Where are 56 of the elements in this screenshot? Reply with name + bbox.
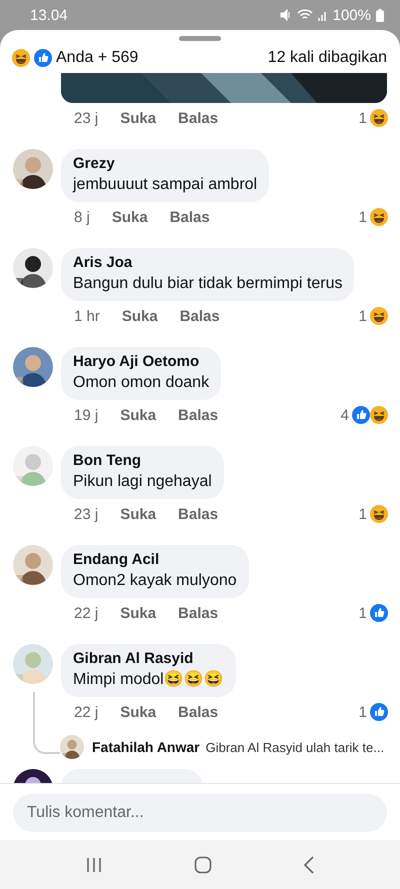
comment-time: 23 j [74, 110, 98, 126]
battery-percent: 100% [332, 6, 371, 24]
commenter-name[interactable]: Haryo Aji Oetomo [73, 352, 210, 372]
mute-icon [280, 9, 292, 21]
reaction-count: 1 [358, 506, 367, 522]
comment-text: jembuuuut sampai ambrol [73, 175, 258, 195]
reply-button[interactable]: Balas [178, 704, 218, 720]
reaction-count: 1 [358, 208, 367, 226]
commenter-name[interactable]: Aris Joa [73, 253, 342, 273]
reply-button[interactable]: Balas [180, 308, 220, 324]
reaction-count: 1 [358, 704, 367, 720]
comment-time: 19 j [74, 406, 98, 424]
like-button[interactable]: Suka [122, 308, 158, 324]
like-button[interactable]: Suka [120, 604, 156, 622]
reaction-count: 1 [358, 308, 367, 324]
reaction-count: 1 [358, 604, 367, 622]
commenter-name[interactable]: Grezy [73, 154, 258, 174]
commenter-name[interactable]: Bon Teng [73, 451, 212, 471]
commenter-name[interactable]: Gibran Al Rasyid [73, 649, 224, 669]
reply-button[interactable]: Balas [178, 406, 218, 424]
recent-apps-icon [85, 856, 104, 872]
like-button[interactable]: Suka [120, 110, 156, 126]
comment-text: Bangun dulu biar tidak bermimpi terus [73, 274, 342, 294]
reaction-count: 1 [358, 110, 367, 126]
reply-button[interactable]: Balas [178, 604, 218, 622]
reply-button[interactable]: Balas [178, 506, 218, 522]
comment-time: 23 j [74, 506, 98, 522]
comment-text: Mimpi modol😆😆😆 [73, 669, 224, 690]
reply-button[interactable]: Balas [170, 208, 210, 226]
comment-time: 22 j [74, 704, 98, 720]
home-icon [194, 856, 212, 874]
battery-icon [376, 8, 384, 22]
status-time: 13.04 [30, 6, 68, 24]
reply-preview[interactable]: Gibran Al Rasyid ulah tarik te... [206, 740, 384, 754]
back-icon [302, 856, 315, 874]
drag-handle[interactable] [179, 36, 221, 41]
reply-button[interactable]: Balas [178, 110, 218, 126]
like-button[interactable]: Suka [120, 406, 156, 424]
signal-icon [318, 9, 328, 21]
comment-time: 8 j [74, 208, 90, 226]
comment-time: 22 j [74, 604, 98, 622]
like-button[interactable]: Suka [120, 704, 156, 720]
commenter-name[interactable]: Endang Acil [73, 550, 237, 570]
comment-text: Pikun lagi ngehayal [73, 472, 212, 492]
comment-time: 1 hr [74, 308, 100, 324]
like-button[interactable]: Suka [112, 208, 148, 226]
reaction-count: 4 [340, 406, 349, 424]
comment-input[interactable]: Tulis komentar... [13, 794, 387, 832]
comment-text: Omon2 kayak mulyono [73, 571, 237, 591]
comment-text: Omon omon doank [73, 373, 210, 393]
like-button[interactable]: Suka [120, 506, 156, 522]
reply-author[interactable]: Fatahilah Anwar [92, 739, 200, 755]
reactors-count[interactable]: Anda + 569 [56, 49, 138, 67]
wifi-icon [296, 9, 313, 21]
thread-line [33, 692, 60, 754]
share-count[interactable]: 12 kali dibagikan [268, 49, 387, 67]
